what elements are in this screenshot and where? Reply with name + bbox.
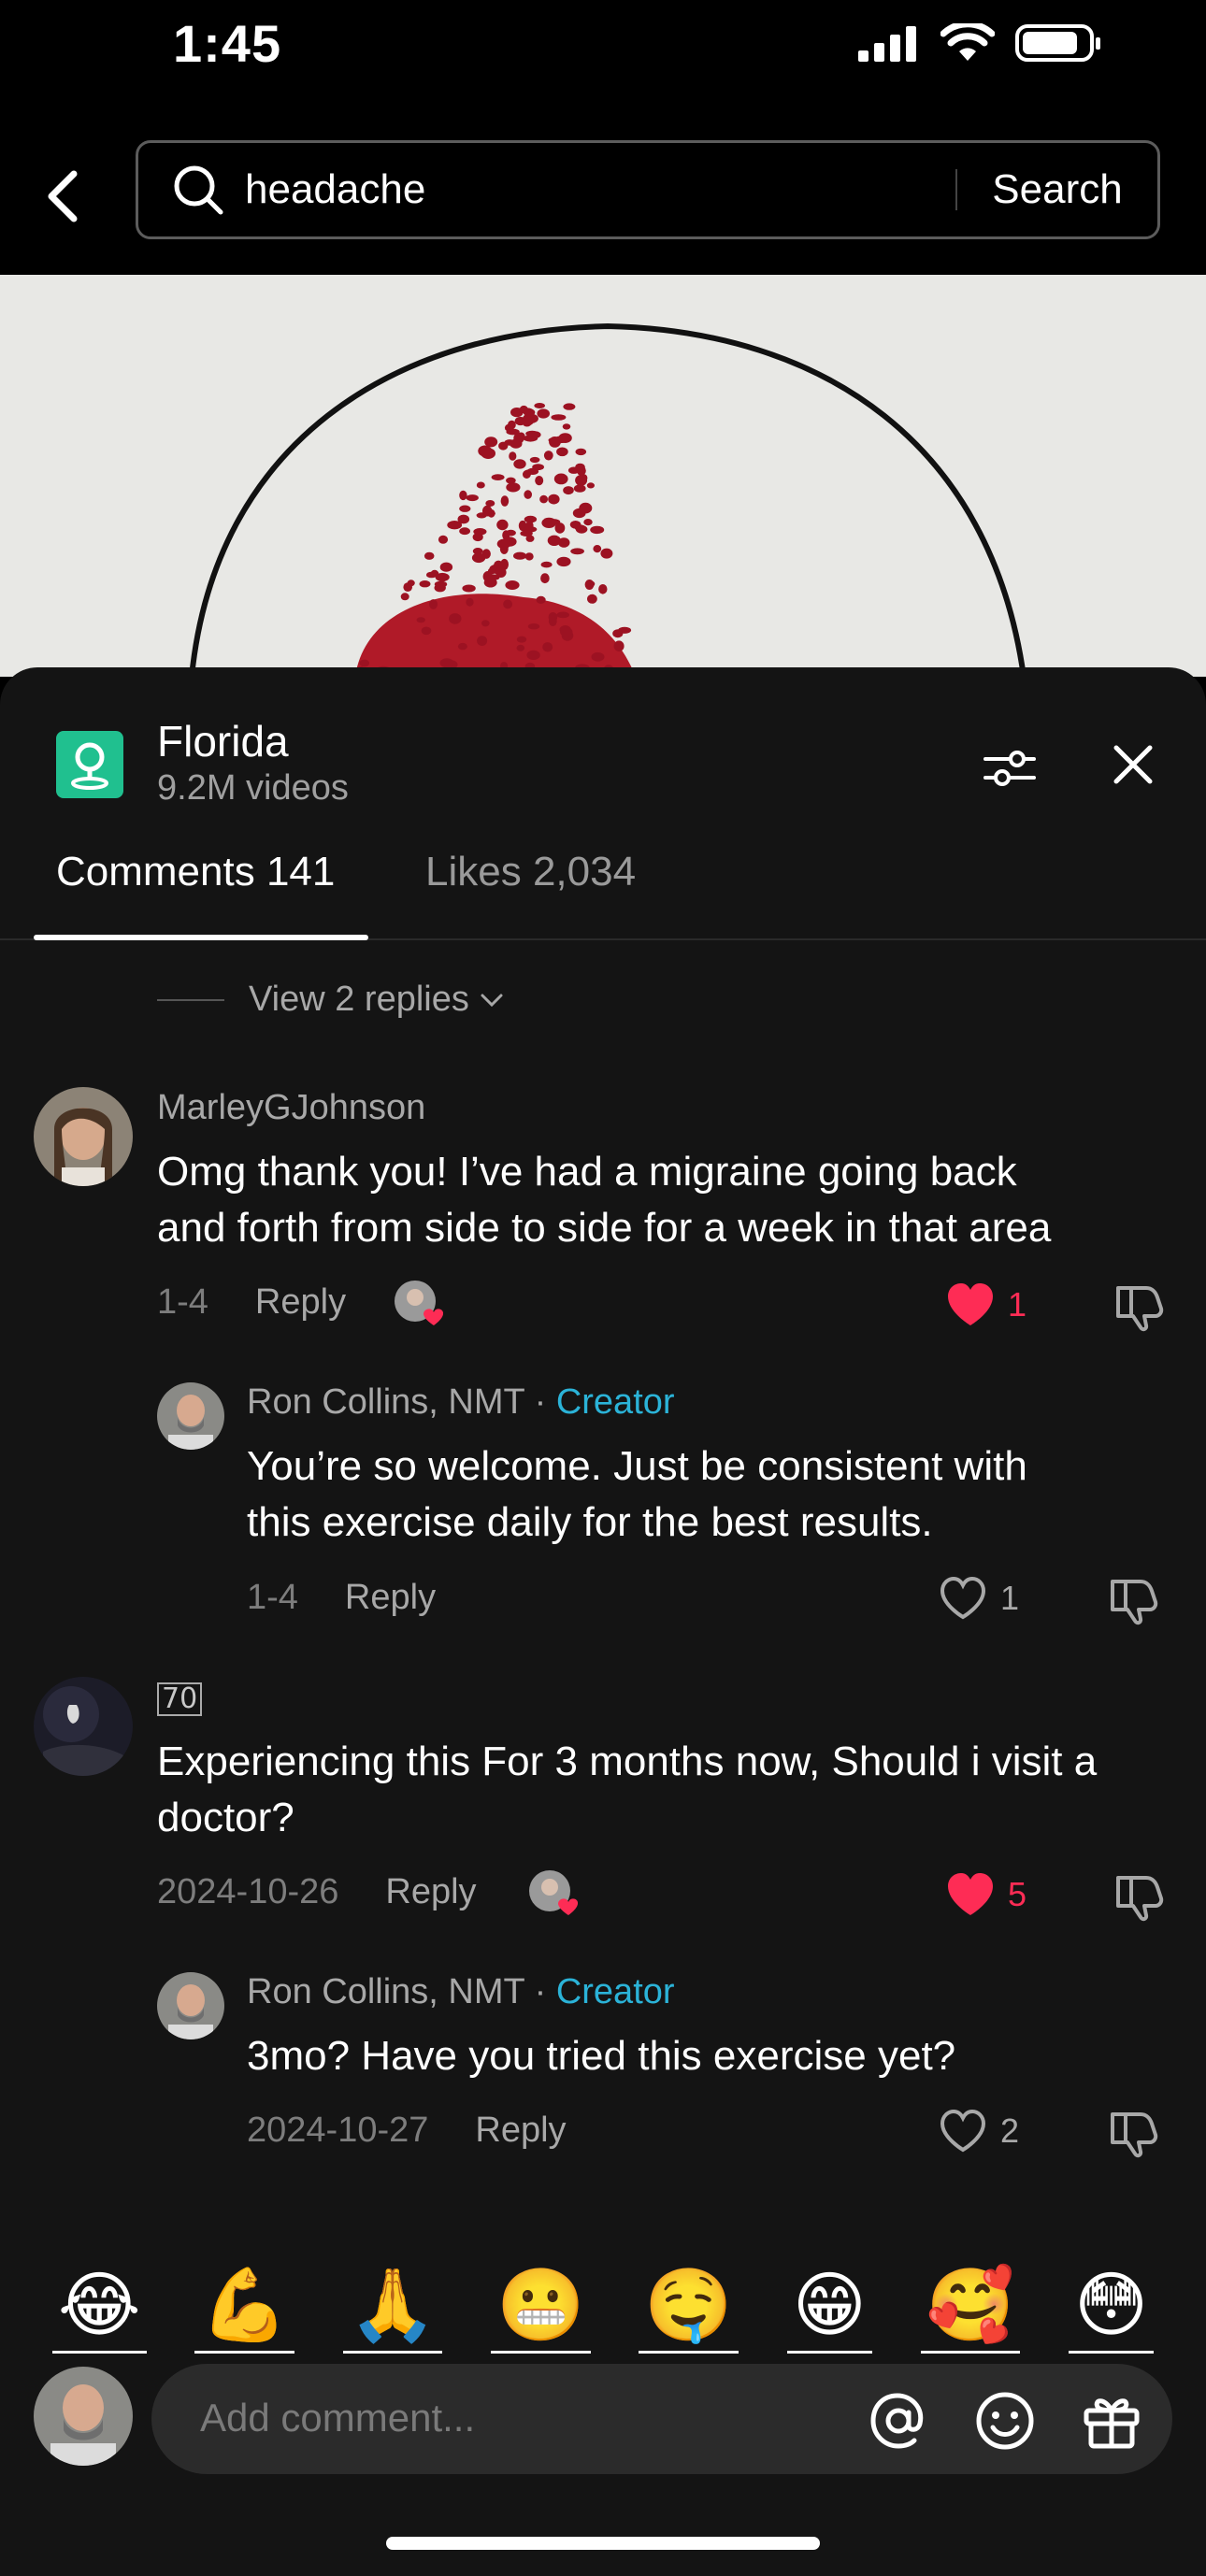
location-pin-icon [56,731,123,798]
tab-bar: Comments 141 Likes 2,034 [0,845,1206,940]
emoji-grimace[interactable]: 😬 [491,2263,591,2354]
reply-date: 2024-10-27 [247,2111,429,2150]
signal-icon [858,26,916,62]
creator-separator: · [524,1382,556,1422]
comment-composer[interactable] [151,2364,1172,2474]
composer-avatar[interactable] [34,2367,133,2466]
video-thumbnail-illustration [0,275,1206,677]
comment-username[interactable]: MarleyGJohnson [157,1088,425,1128]
reply-text-line1: 3mo? Have you tried this exercise yet? [247,2033,956,2079]
video-preview[interactable] [0,275,1206,677]
dislike-icon[interactable] [1107,1574,1159,1626]
avatar[interactable] [157,1382,224,1450]
reply-button[interactable]: Reply [475,2111,566,2151]
chevron-down-icon [481,994,503,1007]
emoji-laugh[interactable]: 😂 [51,2263,147,2354]
reply-meta: 1-4 Reply [247,1578,436,1618]
search-input[interactable]: headache [245,166,955,213]
mention-icon[interactable] [868,2390,929,2452]
status-bar: 1:45 [0,0,1206,131]
avatar[interactable] [34,1677,133,1776]
reply-username[interactable]: Ron Collins, NMT · Creator [247,1382,675,1423]
search-header: headache Search [0,131,1206,275]
heart-outline-icon [940,1576,986,1620]
reply-username-text: Ron Collins, NMT [247,1382,525,1422]
close-icon[interactable] [1109,740,1157,789]
tab-underline [34,935,368,940]
comment-text-line1: Omg thank you! I’ve had a migraine going… [157,1149,1017,1195]
back-button[interactable] [37,159,88,234]
like-count: 5 [1008,1875,1027,1913]
tab-comments[interactable]: Comments 141 [56,849,335,895]
battery-icon [1015,24,1100,62]
wifi-icon [940,23,995,61]
search-button[interactable]: Search [957,166,1157,213]
emoji-pray[interactable]: 🙏 [342,2263,443,2354]
status-time: 1:45 [173,14,282,73]
emoji-icon[interactable] [974,2390,1036,2452]
reply-button[interactable]: Reply [345,1578,436,1618]
emoji-grin[interactable]: 😁 [786,2263,872,2354]
view-replies-line [157,998,224,1001]
like-button[interactable]: 2 [939,2109,1019,2154]
reply-text-line1: You’re so welcome. Just be consistent wi… [247,1443,1027,1489]
avatar[interactable] [157,1972,224,2039]
emoji-flushed[interactable]: 😳 [1068,2263,1155,2354]
reply-username[interactable]: Ron Collins, NMT · Creator [247,1972,675,2012]
creator-liked-badge-icon [529,1870,578,1915]
chevron-left-icon [48,170,78,222]
gift-icon[interactable] [1081,2390,1142,2452]
heart-filled-icon [948,1873,993,1915]
home-indicator [386,2537,820,2550]
dislike-icon[interactable] [1113,1870,1165,1923]
search-box[interactable]: headache Search [136,140,1160,239]
heart-filled-icon [948,1283,993,1325]
comment-input[interactable] [200,2396,798,2440]
tab-likes[interactable]: Likes 2,034 [425,849,636,895]
user-badge[interactable]: 70 [157,1682,203,1716]
reply-meta: 2024-10-27 Reply [247,2111,567,2151]
emoji-muscle[interactable]: 💪 [194,2263,294,2354]
view-replies-label: View 2 replies [249,980,469,1019]
like-count: 2 [1000,2111,1020,2150]
like-count: 1 [1000,1579,1020,1617]
creator-tag: Creator [555,1382,675,1422]
comment-date: 2024-10-26 [157,1872,339,1911]
creator-liked-badge-icon [395,1281,443,1325]
like-button[interactable]: 1 [939,1576,1019,1621]
reply-button[interactable]: Reply [385,1872,476,1912]
dislike-icon[interactable] [1107,2107,1159,2159]
heart-outline-icon [940,2109,986,2153]
comment-text-line2: doctor? [157,1795,294,1840]
creator-separator: · [524,1972,556,2011]
location-subtitle: 9.2M videos [157,768,349,808]
creator-tag: Creator [555,1972,675,2011]
status-icons [858,22,1103,64]
filter-icon[interactable] [982,740,1038,796]
reply-button[interactable]: Reply [255,1282,346,1323]
like-button[interactable]: 5 [946,1872,1027,1917]
reply-date: 1-4 [247,1578,298,1617]
reply-text-line2: this exercise daily for the best results… [247,1499,933,1545]
comment-meta: 2024-10-26 Reply [157,1872,477,1912]
avatar[interactable] [34,1087,133,1186]
emoji-hearts[interactable]: 🥰 [920,2263,1021,2354]
location-title[interactable]: Florida [157,716,289,766]
comment-date: 1-4 [157,1282,208,1322]
dislike-icon[interactable] [1113,1281,1165,1333]
comment-text-line2: and forth from side to side for a week i… [157,1205,1052,1251]
comment-meta: 1-4 Reply [157,1282,346,1323]
like-button[interactable]: 1 [946,1282,1027,1327]
comment-text-line1: Experiencing this For 3 months now, Shou… [157,1739,1098,1784]
reply-username-text: Ron Collins, NMT [247,1972,525,2011]
comments-sheet: Florida 9.2M videos Comments 141 Likes 2… [0,667,1206,2576]
search-icon [174,165,223,215]
view-replies-button[interactable]: View 2 replies [157,980,505,1020]
emoji-drool[interactable]: 🤤 [639,2263,739,2354]
like-count: 1 [1008,1285,1027,1324]
